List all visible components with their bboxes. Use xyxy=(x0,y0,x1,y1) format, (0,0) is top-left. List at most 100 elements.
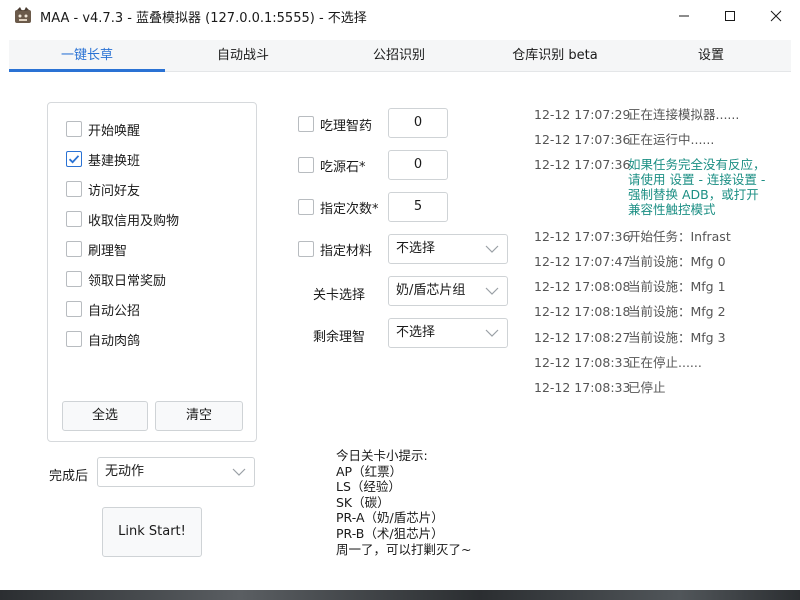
log-time: 12-12 17:07:29 xyxy=(534,107,631,122)
tab-auto-battle[interactable]: 自动战斗 xyxy=(165,40,321,72)
task-label: 收取信用及购物 xyxy=(88,213,180,229)
log-message: 当前设施：Mfg 2 xyxy=(628,304,726,319)
tab-auto-farm[interactable]: 一键长草 xyxy=(9,40,165,72)
tab-recruit[interactable]: 公招识别 xyxy=(321,40,477,72)
task-label: 访问好友 xyxy=(88,183,141,199)
log-time: 12-12 17:08:18 xyxy=(534,304,631,319)
checkbox-checked[interactable] xyxy=(66,151,82,167)
checkbox[interactable] xyxy=(66,241,82,257)
log-message: 正在停止...... xyxy=(628,355,702,370)
option-stone[interactable] xyxy=(298,155,320,175)
log-time: 12-12 17:07:36 xyxy=(534,132,631,147)
material-value: 不选择 xyxy=(396,241,436,256)
after-complete-select[interactable]: 无动作 xyxy=(97,457,255,487)
task-roguelike[interactable]: 自动肉鸽 xyxy=(66,329,140,349)
checkbox[interactable] xyxy=(66,211,82,227)
log-message: 当前设施：Mfg 1 xyxy=(628,279,726,294)
log-message: 当前设施：Mfg 0 xyxy=(628,254,726,269)
material-select[interactable]: 不选择 xyxy=(388,234,508,264)
tab-settings[interactable]: 设置 xyxy=(633,40,789,72)
log-entry: 12-12 17:07:36 开始任务：Infrast xyxy=(534,229,784,244)
log-message: 开始任务：Infrast xyxy=(628,229,731,244)
maximize-button[interactable] xyxy=(707,0,753,32)
checkbox[interactable] xyxy=(66,331,82,347)
stage-select[interactable]: 奶/盾芯片组 xyxy=(388,276,508,306)
checkbox[interactable] xyxy=(66,271,82,287)
link-start-button[interactable]: Link Start! xyxy=(102,507,202,557)
stone-input[interactable]: 0 xyxy=(388,150,448,180)
remaining-label: 剩余理智 xyxy=(313,330,366,345)
minimize-button[interactable] xyxy=(661,0,707,32)
log-time: 12-12 17:07:36 xyxy=(534,229,631,244)
task-infrast[interactable]: 基建换班 xyxy=(66,149,140,169)
log-message-warning: 如果任务完全没有反应， 请使用 设置 - 连接设置 - 强制替换 ADB，或打开… xyxy=(628,157,766,217)
option-medicine[interactable] xyxy=(298,114,320,134)
tips-line: LS（经验） xyxy=(336,479,401,495)
log-message: 正在连接模拟器...... xyxy=(628,107,740,122)
log-entry: 12-12 17:07:36 正在运行中...... xyxy=(534,132,784,147)
after-complete-value: 无动作 xyxy=(105,464,145,479)
log-time: 12-12 17:07:36 xyxy=(534,157,631,172)
checkbox[interactable] xyxy=(66,181,82,197)
tips-line: PR-A（奶/盾芯片） xyxy=(336,510,444,526)
times-label: 指定次数* xyxy=(320,202,379,217)
content-area: 一键长草 自动战斗 公招识别 仓库识别 beta 设置 开始唤醒 基建换班 访问… xyxy=(9,40,791,590)
task-credit-shop[interactable]: 收取信用及购物 xyxy=(66,209,179,229)
minimize-icon xyxy=(679,15,689,17)
log-time: 12-12 17:08:33 xyxy=(534,380,631,395)
task-label: 开始唤醒 xyxy=(88,123,141,139)
log-entry: 12-12 17:07:47 当前设施：Mfg 0 xyxy=(534,254,784,269)
log-entry: 12-12 17:08:08 当前设施：Mfg 1 xyxy=(534,279,784,294)
tips-line: SK（碳） xyxy=(336,494,390,510)
task-daily-reward[interactable]: 领取日常奖励 xyxy=(66,269,166,289)
log-entry: 12-12 17:08:33 已停止 xyxy=(534,380,784,395)
log-time: 12-12 17:08:33 xyxy=(534,355,631,370)
log-entry: 12-12 17:07:36 如果任务完全没有反应， 请使用 设置 - 连接设置… xyxy=(534,157,784,217)
task-label: 基建换班 xyxy=(88,153,141,169)
checkbox[interactable] xyxy=(298,241,314,257)
log-message: 当前设施：Mfg 3 xyxy=(628,330,726,345)
main-window: MAA - v4.7.3 - 蓝叠模拟器 (127.0.0.1:5555) - … xyxy=(0,0,800,590)
close-icon xyxy=(770,10,782,22)
checkbox[interactable] xyxy=(66,121,82,137)
medicine-input[interactable]: 0 xyxy=(388,108,448,138)
title-bar[interactable]: MAA - v4.7.3 - 蓝叠模拟器 (127.0.0.1:5555) - … xyxy=(0,0,800,32)
after-complete-label: 完成后 xyxy=(49,469,89,484)
log-time: 12-12 17:08:08 xyxy=(534,279,631,294)
close-button[interactable] xyxy=(753,0,799,32)
times-input[interactable]: 5 xyxy=(388,192,448,222)
checkbox[interactable] xyxy=(66,301,82,317)
log-message: 正在运行中...... xyxy=(628,132,715,147)
tips-line: AP（红票） xyxy=(336,463,403,479)
remaining-value: 不选择 xyxy=(396,325,436,340)
log-message: 已停止 xyxy=(628,380,666,395)
chevron-down-icon xyxy=(485,245,499,253)
medicine-label: 吃理智药 xyxy=(320,119,373,134)
task-fight[interactable]: 刷理智 xyxy=(66,239,127,259)
task-label: 自动公招 xyxy=(88,303,141,319)
task-auto-recruit[interactable]: 自动公招 xyxy=(66,299,140,319)
task-visit-friends[interactable]: 访问好友 xyxy=(66,179,140,199)
remaining-select[interactable]: 不选择 xyxy=(388,318,508,348)
task-list-panel: 开始唤醒 基建换班 访问好友 收取信用及购物 刷理智 领取日常奖励 自动公招 自… xyxy=(47,102,257,442)
task-wakeup[interactable]: 开始唤醒 xyxy=(66,119,140,139)
option-times[interactable] xyxy=(298,197,320,217)
task-label: 自动肉鸽 xyxy=(88,333,141,349)
checkmark-icon xyxy=(68,155,80,164)
stage-tips: 今日关卡小提示: AP（红票） LS（经验） SK（碳） PR-A（奶/盾芯片）… xyxy=(336,448,471,557)
log-time: 12-12 17:08:27 xyxy=(534,330,631,345)
option-material[interactable] xyxy=(298,239,320,259)
app-logo-icon xyxy=(15,7,31,23)
material-label: 指定材料 xyxy=(320,244,373,259)
checkbox[interactable] xyxy=(298,199,314,215)
tab-bar: 一键长草 自动战斗 公招识别 仓库识别 beta 设置 xyxy=(9,40,791,72)
select-all-button[interactable]: 全选 xyxy=(62,401,148,431)
log-entry: 12-12 17:08:27 当前设施：Mfg 3 xyxy=(534,330,784,345)
tips-line: 周一了，可以打剿灭了~ xyxy=(336,541,472,557)
background-bottom-edge xyxy=(0,590,800,600)
stage-label: 关卡选择 xyxy=(313,288,366,303)
checkbox[interactable] xyxy=(298,157,314,173)
clear-button[interactable]: 清空 xyxy=(155,401,243,431)
checkbox[interactable] xyxy=(298,116,314,132)
tab-depot[interactable]: 仓库识别 beta xyxy=(477,40,633,72)
